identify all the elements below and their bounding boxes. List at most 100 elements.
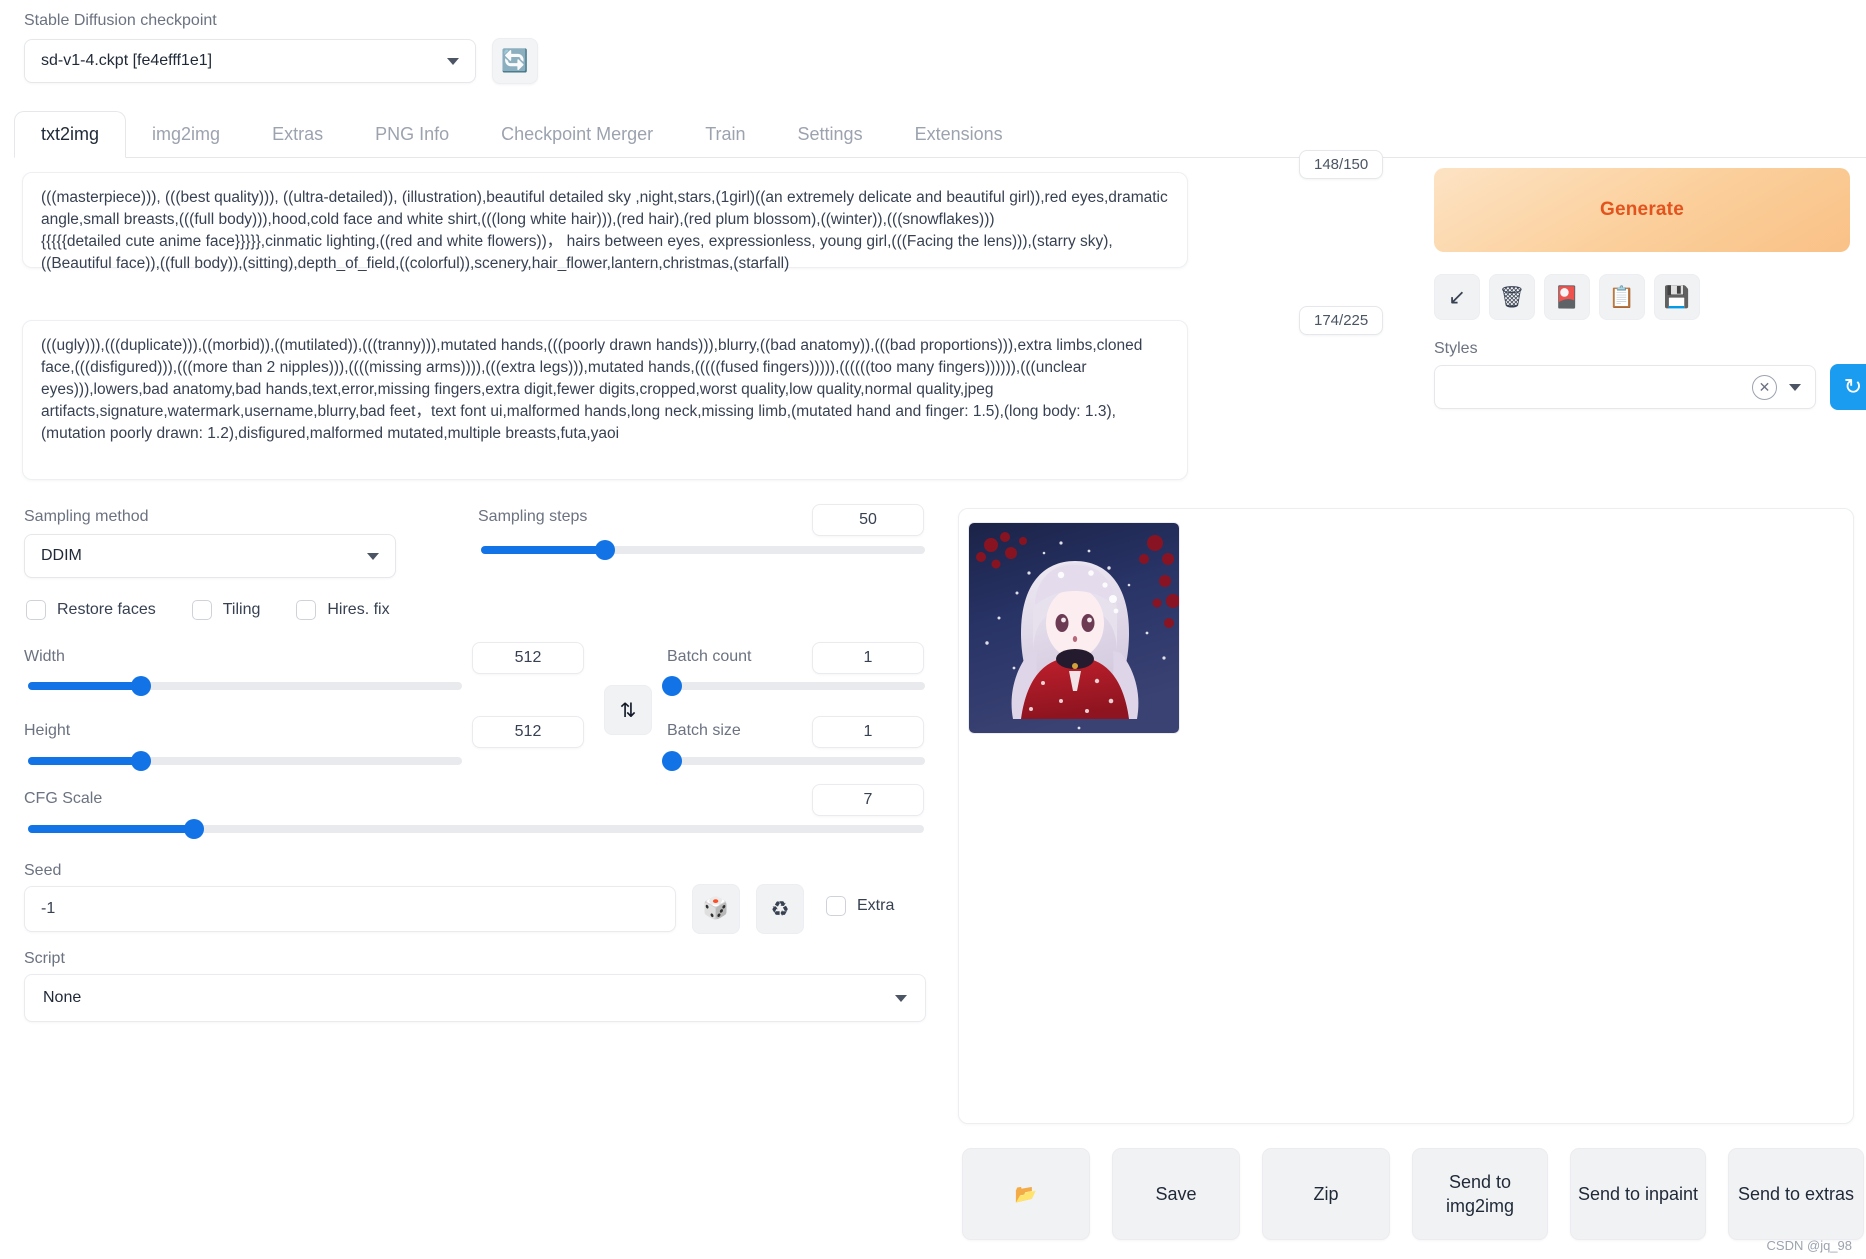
- sampling-steps-label: Sampling steps: [478, 508, 588, 525]
- checkbox-icon: [191, 600, 212, 620]
- save-button[interactable]: Save: [1112, 1148, 1240, 1240]
- slider-knob[interactable]: [130, 751, 151, 771]
- sampling-steps-slider[interactable]: [481, 540, 925, 560]
- slider-fill: [28, 757, 141, 765]
- chevron-down-icon: [895, 994, 907, 1002]
- cfg-scale-slider[interactable]: [28, 819, 924, 839]
- gallery-actions: 📂 Save Zip Send to img2img Send to inpai…: [962, 1148, 1864, 1240]
- tab-train[interactable]: Train: [679, 112, 771, 157]
- slider-fill: [481, 546, 606, 554]
- width-label: Width: [24, 648, 65, 665]
- slider-knob[interactable]: [662, 751, 682, 771]
- styles-row: ✕ ↻: [1434, 364, 1866, 410]
- recycle-icon: ♻: [770, 897, 790, 921]
- refresh-styles-button[interactable]: ↻: [1830, 364, 1866, 410]
- checkpoint-value: sd-v1-4.ckpt [fe4efff1e1]: [41, 52, 213, 69]
- batch-count-label: Batch count: [667, 648, 752, 665]
- checkpoint-label: Stable Diffusion checkpoint: [24, 12, 217, 29]
- restore-faces-label: Restore faces: [57, 601, 156, 618]
- tab-img2img[interactable]: img2img: [126, 112, 246, 157]
- negative-token-counter: 174/225: [1299, 306, 1384, 335]
- tab-extensions[interactable]: Extensions: [889, 112, 1029, 157]
- sampling-method-select[interactable]: DDIM: [24, 534, 396, 578]
- seed-label: Seed: [24, 862, 62, 879]
- seed-input[interactable]: -1: [24, 886, 676, 932]
- swap-dimensions-button[interactable]: ⇅: [604, 685, 652, 735]
- tab-txt2img[interactable]: txt2img: [14, 111, 127, 158]
- height-input[interactable]: 512: [472, 716, 584, 748]
- watermark-text: CSDN @jq_98: [1766, 1238, 1852, 1253]
- sampling-steps-input[interactable]: 50: [812, 504, 924, 536]
- tiling-checkbox[interactable]: Tiling: [191, 600, 261, 620]
- styles-select[interactable]: ✕: [1434, 365, 1816, 409]
- arrow-down-left-icon: ↙: [1448, 285, 1466, 309]
- batch-size-input[interactable]: 1: [812, 716, 924, 748]
- positive-prompt-textarea[interactable]: (((masterpiece))), (((best quality))), (…: [22, 172, 1188, 272]
- slider-knob[interactable]: [595, 540, 616, 560]
- clear-prompt-button[interactable]: 🗑: [1489, 274, 1535, 320]
- positive-token-counter: 148/150: [1299, 150, 1384, 179]
- refresh-icon: ↻: [1843, 374, 1863, 399]
- height-slider[interactable]: [28, 751, 462, 771]
- slider-knob[interactable]: [130, 676, 151, 696]
- result-gallery[interactable]: [958, 508, 1854, 1124]
- extra-networks-button[interactable]: 🎴: [1544, 274, 1590, 320]
- batch-count-slider[interactable]: [662, 676, 925, 696]
- arrow-down-left-icon-button[interactable]: ↙: [1434, 274, 1480, 320]
- tiling-label: Tiling: [222, 601, 261, 618]
- open-folder-button[interactable]: 📂: [962, 1148, 1090, 1240]
- send-to-extras-button[interactable]: Send to extras: [1728, 1148, 1864, 1240]
- gallery-thumbnail[interactable]: [968, 522, 1180, 734]
- chevron-down-icon: [447, 57, 459, 65]
- chevron-down-icon: [367, 552, 379, 560]
- main-tabs: txt2img img2img Extras PNG Info Checkpoi…: [14, 108, 1866, 158]
- folder-icon: 📂: [1014, 1183, 1038, 1204]
- height-label: Height: [24, 722, 71, 739]
- checkpoint-select[interactable]: sd-v1-4.ckpt [fe4efff1e1]: [24, 39, 476, 83]
- batch-size-slider[interactable]: [662, 751, 925, 771]
- batch-count-input[interactable]: 1: [812, 642, 924, 674]
- checkbox-icon: [296, 600, 317, 620]
- slider-fill: [28, 682, 141, 690]
- script-label: Script: [24, 950, 65, 967]
- refresh-checkpoints-button[interactable]: 🔄: [492, 38, 538, 84]
- tab-png-info[interactable]: PNG Info: [349, 112, 475, 157]
- cfg-scale-input[interactable]: 7: [812, 784, 924, 816]
- sampling-method-label: Sampling method: [24, 508, 149, 525]
- generate-button[interactable]: Generate: [1434, 168, 1850, 252]
- script-select[interactable]: None: [24, 974, 926, 1022]
- apply-style-button[interactable]: 📋: [1599, 274, 1645, 320]
- tab-settings[interactable]: Settings: [772, 112, 889, 157]
- zip-button[interactable]: Zip: [1262, 1148, 1390, 1240]
- refresh-icon: 🔄: [501, 48, 529, 73]
- width-input[interactable]: 512: [472, 642, 584, 674]
- hires-fix-checkbox[interactable]: Hires. fix: [296, 600, 390, 620]
- batch-size-label: Batch size: [667, 722, 741, 739]
- tab-extras[interactable]: Extras: [246, 112, 349, 157]
- save-style-button[interactable]: 💾: [1654, 274, 1700, 320]
- extra-seed-checkbox[interactable]: Extra: [826, 896, 894, 916]
- negative-prompt-textarea[interactable]: (((ugly))),(((duplicate))),((morbid)),((…: [22, 320, 1188, 480]
- toggles-row: Restore faces Tiling Hires. fix: [26, 600, 390, 620]
- restore-faces-checkbox[interactable]: Restore faces: [26, 600, 156, 620]
- send-to-img2img-button[interactable]: Send to img2img: [1412, 1148, 1548, 1240]
- styles-label: Styles: [1434, 340, 1478, 357]
- extra-networks-icon: 🎴: [1553, 285, 1581, 309]
- checkpoint-section: Stable Diffusion checkpoint sd-v1-4.ckpt…: [24, 12, 544, 84]
- checkbox-icon: [26, 600, 46, 620]
- random-seed-button[interactable]: 🎲: [692, 884, 740, 934]
- slider-knob[interactable]: [662, 676, 682, 696]
- reuse-seed-button[interactable]: ♻: [756, 884, 804, 934]
- hires-fix-label: Hires. fix: [327, 601, 390, 618]
- dice-icon: 🎲: [702, 897, 730, 920]
- swap-dimensions-icon: ⇅: [619, 699, 637, 722]
- slider-knob[interactable]: [183, 819, 204, 839]
- cfg-scale-label: CFG Scale: [24, 790, 103, 807]
- save-style-icon: 💾: [1663, 285, 1691, 309]
- send-to-inpaint-button[interactable]: Send to inpaint: [1570, 1148, 1706, 1240]
- close-icon[interactable]: ✕: [1752, 374, 1777, 400]
- tab-checkpoint-merger[interactable]: Checkpoint Merger: [475, 112, 679, 157]
- clipboard-icon: 📋: [1608, 285, 1636, 309]
- width-slider[interactable]: [28, 676, 462, 696]
- chevron-down-icon: [1789, 383, 1801, 391]
